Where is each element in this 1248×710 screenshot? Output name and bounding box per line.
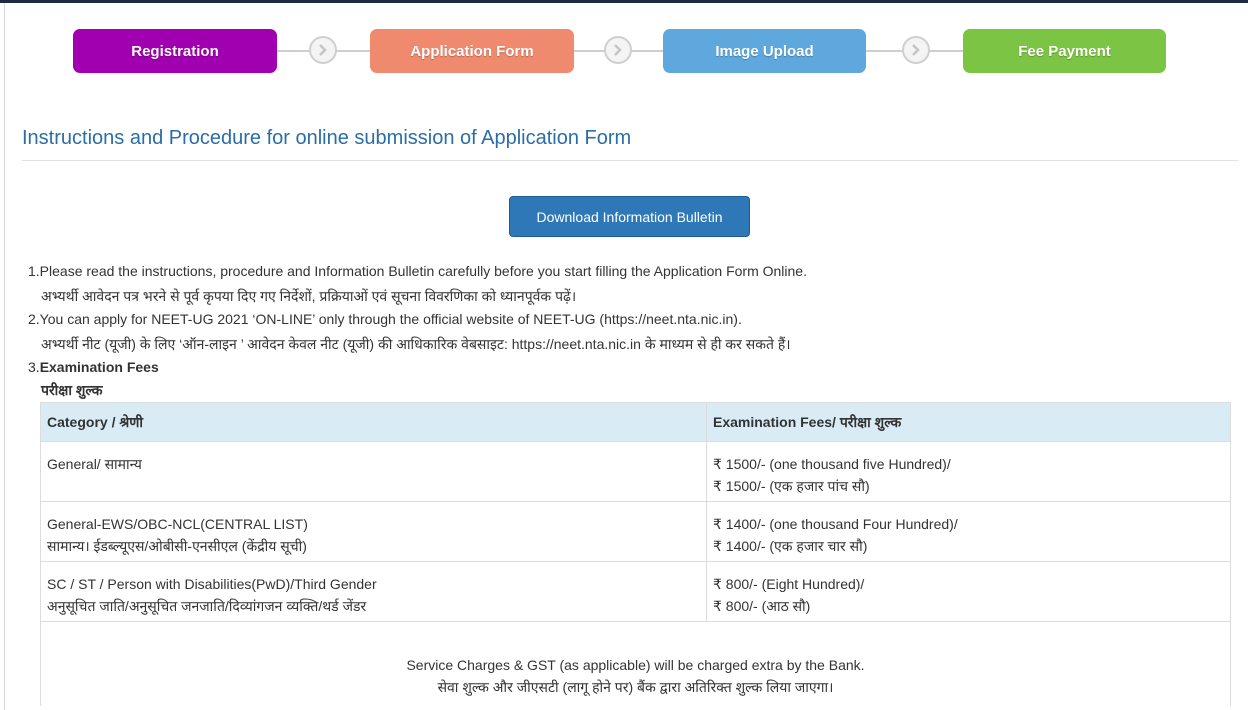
- fee-hi: ₹ 1500/- (एक हजार पांच सौ): [713, 478, 870, 494]
- page-title: Instructions and Procedure for online su…: [22, 127, 632, 149]
- note-hi: सेवा शुल्क और जीएसटी (लागू होने पर) बैंक…: [437, 679, 834, 695]
- category-hi: अनुसूचित जाति/अनुसूचित जनजाति/दिव्यांगजन…: [47, 598, 367, 614]
- table-note-row: Service Charges & GST (as applicable) wi…: [40, 621, 1231, 706]
- category-en: General-EWS/OBC-NCL(CENTRAL LIST): [47, 516, 308, 532]
- step-label: Fee Payment: [1018, 42, 1111, 60]
- category-en: SC / ST / Person with Disabilities(PwD)/…: [47, 576, 377, 592]
- step-registration[interactable]: Registration: [73, 29, 277, 73]
- category-cell: SC / ST / Person with Disabilities(PwD)/…: [40, 561, 707, 622]
- fee-cell: ₹ 1400/- (one thousand Four Hundred)/ ₹ …: [706, 501, 1231, 562]
- table-row: SC / ST / Person with Disabilities(PwD)/…: [40, 561, 1231, 622]
- fee-hi: ₹ 1400/- (एक हजार चार सौ): [713, 538, 868, 554]
- progress-steps: Registration Application Form Image Uplo…: [0, 29, 1248, 74]
- download-bulletin-button[interactable]: Download Information Bulletin: [509, 196, 750, 237]
- table-row: General-EWS/OBC-NCL(CENTRAL LIST) सामान्…: [40, 501, 1231, 562]
- chevron-right-circle-icon: [902, 36, 930, 64]
- instruction-3-number: 3.: [28, 359, 40, 375]
- step-label: Image Upload: [715, 42, 814, 60]
- instruction-2-en: 2.You can apply for NEET-UG 2021 ‘ON-LIN…: [28, 311, 742, 327]
- step-fee-payment[interactable]: Fee Payment: [963, 29, 1166, 73]
- chevron-right-circle-icon: [604, 36, 632, 64]
- title-divider: [22, 160, 1238, 161]
- fee-hi: ₹ 800/- (आठ सौ): [713, 598, 811, 614]
- fees-table: Category / श्रेणी Examination Fees/ परीक…: [40, 402, 1231, 706]
- header-category: Category / श्रेणी: [40, 402, 707, 442]
- instruction-3-hi: परीक्षा शुल्क: [41, 382, 103, 398]
- instruction-1-hi: अभ्यर्थी आवेदन पत्र भरने से पूर्व कृपया …: [41, 288, 577, 304]
- category-en: General/ सामान्य: [47, 456, 142, 472]
- table-row: General/ सामान्य ₹ 1500/- (one thousand …: [40, 441, 1231, 502]
- service-charge-note: Service Charges & GST (as applicable) wi…: [40, 621, 1231, 706]
- header-fees: Examination Fees/ परीक्षा शुल्क: [706, 402, 1231, 442]
- instruction-3-en: Examination Fees: [39, 359, 159, 375]
- fee-en: ₹ 1500/- (one thousand five Hundred)/: [713, 456, 951, 472]
- table-header-row: Category / श्रेणी Examination Fees/ परीक…: [40, 402, 1231, 442]
- fee-en: ₹ 800/- (Eight Hundred)/: [713, 576, 865, 592]
- fee-cell: ₹ 1500/- (one thousand five Hundred)/ ₹ …: [706, 441, 1231, 502]
- category-hi: सामान्य। ईडब्ल्यूएस/ओबीसी-एनसीएल (केंद्र…: [47, 538, 307, 554]
- category-cell: General/ सामान्य: [40, 441, 707, 502]
- step-application-form[interactable]: Application Form: [370, 29, 574, 73]
- instruction-2-hi: अभ्यर्थी नीट (यूजी) के लिए ‘ऑन-लाइन ’ आव…: [41, 336, 791, 352]
- step-label: Registration: [131, 42, 219, 60]
- category-cell: General-EWS/OBC-NCL(CENTRAL LIST) सामान्…: [40, 501, 707, 562]
- chevron-right-circle-icon: [309, 36, 337, 64]
- instruction-3-heading: 3.Examination Fees: [28, 359, 159, 375]
- instruction-1-en: 1.Please read the instructions, procedur…: [28, 263, 807, 279]
- step-image-upload[interactable]: Image Upload: [663, 29, 866, 73]
- fee-en: ₹ 1400/- (one thousand Four Hundred)/: [713, 516, 958, 532]
- left-border: [4, 3, 5, 710]
- step-label: Application Form: [410, 42, 534, 60]
- top-border: [0, 0, 1248, 3]
- note-en: Service Charges & GST (as applicable) wi…: [406, 657, 865, 673]
- fee-cell: ₹ 800/- (Eight Hundred)/ ₹ 800/- (आठ सौ): [706, 561, 1231, 622]
